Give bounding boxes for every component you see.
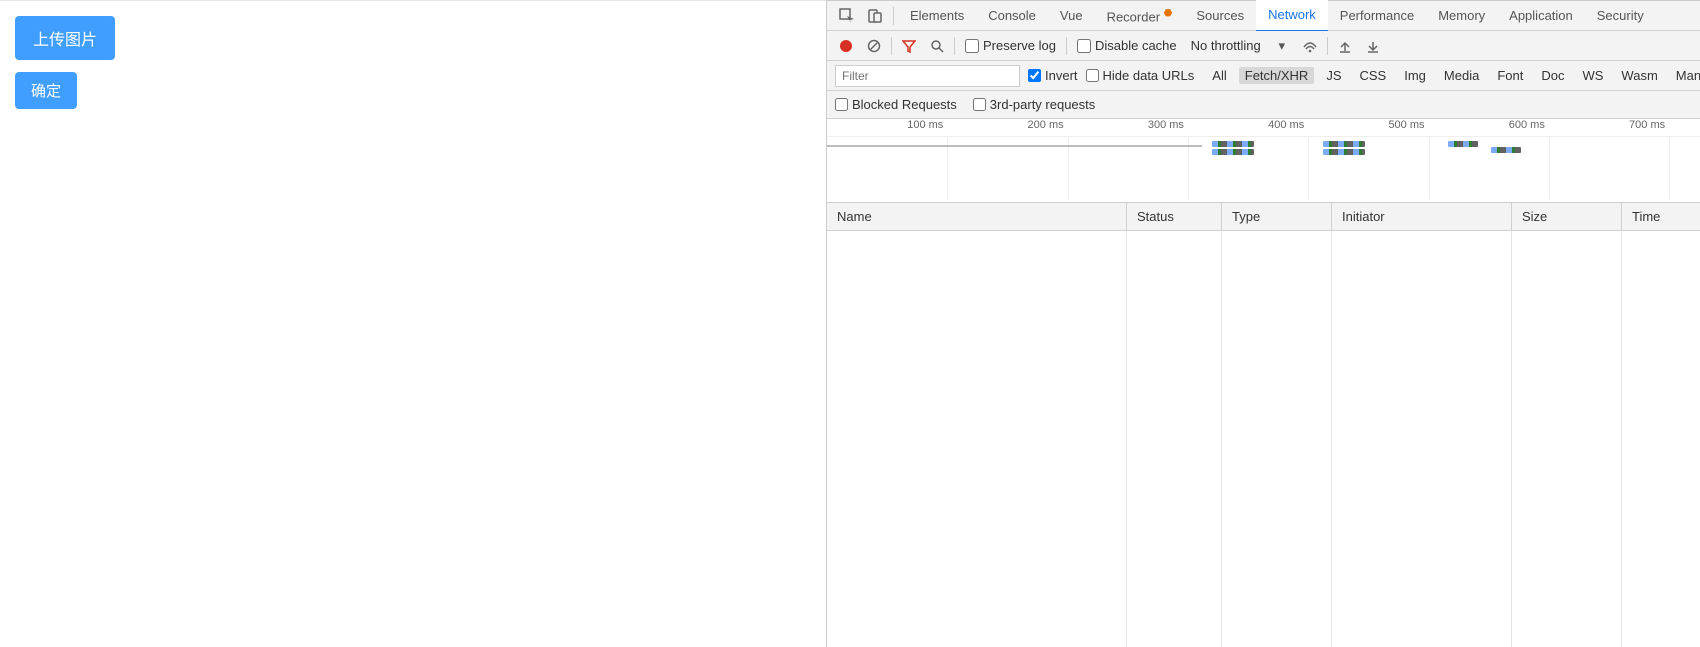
experimental-icon: ⬣: [1164, 8, 1173, 19]
tab-performance[interactable]: Performance: [1328, 1, 1426, 31]
timeline-overview[interactable]: 100 ms 200 ms 300 ms 400 ms 500 ms 600 m…: [827, 119, 1700, 203]
hide-data-urls-checkbox[interactable]: Hide data URLs: [1086, 68, 1195, 83]
chip-doc[interactable]: Doc: [1535, 67, 1570, 84]
tab-memory[interactable]: Memory: [1426, 1, 1497, 31]
chip-font[interactable]: Font: [1491, 67, 1529, 84]
type-filter-chips: All Fetch/XHR JS CSS Img Media Font Doc …: [1206, 67, 1700, 84]
tick-300: 300 ms: [1148, 119, 1188, 131]
chip-wasm[interactable]: Wasm: [1615, 67, 1663, 84]
throttling-dropdown[interactable]: No throttling: [1187, 38, 1265, 53]
tick-600: 600 ms: [1509, 119, 1549, 131]
col-type[interactable]: Type: [1222, 203, 1332, 230]
web-page: 上传图片 确定: [0, 0, 826, 647]
chip-css[interactable]: CSS: [1354, 67, 1393, 84]
col-name[interactable]: Name: [827, 203, 1127, 230]
tick-500: 500 ms: [1388, 119, 1428, 131]
record-icon[interactable]: [835, 39, 857, 53]
preserve-log-checkbox[interactable]: Preserve log: [961, 38, 1060, 53]
invert-checkbox[interactable]: Invert: [1028, 68, 1078, 83]
export-har-icon[interactable]: [1362, 39, 1384, 53]
network-filterbar: Invert Hide data URLs All Fetch/XHR JS C…: [827, 61, 1700, 91]
devtools-panel: Elements Console Vue Recorder ⬣ Sources …: [826, 0, 1700, 647]
tick-100: 100 ms: [907, 119, 947, 131]
timeline-ruler: 100 ms 200 ms 300 ms 400 ms 500 ms 600 m…: [827, 119, 1700, 137]
clear-icon[interactable]: [863, 39, 885, 53]
device-toolbar-icon[interactable]: [861, 8, 889, 24]
request-table: Name Status Type Initiator Size Time: [827, 203, 1700, 647]
col-time[interactable]: Time: [1622, 203, 1700, 230]
chip-js[interactable]: JS: [1320, 67, 1347, 84]
chip-fetch-xhr[interactable]: Fetch/XHR: [1239, 67, 1315, 84]
tab-security[interactable]: Security: [1585, 1, 1656, 31]
filter-input[interactable]: [835, 65, 1020, 87]
third-party-checkbox[interactable]: 3rd-party requests: [973, 97, 1096, 112]
devtools-tabstrip: Elements Console Vue Recorder ⬣ Sources …: [827, 1, 1700, 31]
chip-ws[interactable]: WS: [1576, 67, 1609, 84]
upload-image-button[interactable]: 上传图片: [15, 16, 115, 60]
tick-700: 700 ms: [1629, 119, 1669, 131]
filter-icon[interactable]: [898, 39, 920, 53]
request-table-header: Name Status Type Initiator Size Time: [827, 203, 1700, 231]
tick-400: 400 ms: [1268, 119, 1308, 131]
blocked-requests-checkbox[interactable]: Blocked Requests: [835, 97, 957, 112]
tab-console[interactable]: Console: [976, 1, 1048, 31]
tab-sources[interactable]: Sources: [1184, 1, 1256, 31]
inspect-element-icon[interactable]: [833, 8, 861, 24]
tab-recorder[interactable]: Recorder ⬣: [1095, 0, 1185, 32]
disable-cache-checkbox[interactable]: Disable cache: [1073, 38, 1181, 53]
import-har-icon[interactable]: [1334, 39, 1356, 53]
network-filterbar-2: Blocked Requests 3rd-party requests: [827, 91, 1700, 119]
search-icon[interactable]: [926, 39, 948, 53]
col-initiator[interactable]: Initiator: [1332, 203, 1512, 230]
tab-vue[interactable]: Vue: [1048, 1, 1095, 31]
request-table-body: [827, 231, 1700, 647]
network-conditions-icon[interactable]: [1299, 39, 1321, 53]
tab-network[interactable]: Network: [1256, 0, 1328, 32]
tab-elements[interactable]: Elements: [898, 1, 976, 31]
confirm-button[interactable]: 确定: [15, 72, 77, 109]
tab-application[interactable]: Application: [1497, 1, 1585, 31]
chip-manifest[interactable]: Manifest: [1670, 67, 1700, 84]
network-toolbar: Preserve log Disable cache No throttling…: [827, 31, 1700, 61]
col-size[interactable]: Size: [1512, 203, 1622, 230]
chip-all[interactable]: All: [1206, 67, 1232, 84]
col-status[interactable]: Status: [1127, 203, 1222, 230]
chip-img[interactable]: Img: [1398, 67, 1432, 84]
chip-media[interactable]: Media: [1438, 67, 1485, 84]
tick-200: 200 ms: [1028, 119, 1068, 131]
chevron-down-icon[interactable]: ▾: [1271, 38, 1293, 54]
